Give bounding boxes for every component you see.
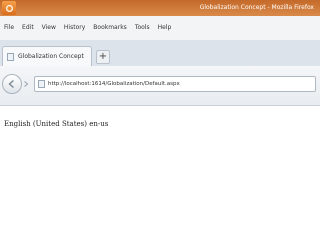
arrow-left-icon (8, 79, 14, 89)
tab-globalization-concept[interactable]: Globalization Concept (2, 46, 92, 66)
page-content: English (United States) en-us (0, 106, 320, 250)
culture-label: English (United States) en-us (4, 120, 109, 128)
menu-view[interactable]: View (42, 16, 56, 40)
url-text: http://localhost:1614/Globalization/Defa… (48, 81, 180, 87)
window-title: Globalization Concept - Mozilla Firefox (199, 4, 314, 11)
tab-strip: Globalization Concept + (0, 40, 320, 66)
menu-edit[interactable]: Edit (22, 16, 34, 40)
tab-label: Globalization Concept (18, 53, 84, 60)
menu-file[interactable]: File (4, 16, 14, 40)
menu-history[interactable]: History (64, 16, 85, 40)
menu-bookmarks[interactable]: Bookmarks (93, 16, 127, 40)
address-bar[interactable]: http://localhost:1614/Globalization/Defa… (34, 76, 316, 92)
new-tab-button[interactable]: + (96, 50, 110, 64)
forward-button[interactable] (20, 78, 32, 90)
menu-tools[interactable]: Tools (135, 16, 150, 40)
menu-help[interactable]: Help (158, 16, 172, 40)
site-icon (38, 80, 45, 88)
page-icon (7, 52, 14, 61)
menu-bar: File Edit View History Bookmarks Tools H… (0, 16, 320, 40)
back-button[interactable] (2, 74, 22, 94)
navigation-bar: http://localhost:1614/Globalization/Defa… (0, 66, 320, 106)
browser-window: Globalization Concept - Mozilla Firefox … (0, 0, 320, 250)
arrow-right-icon (24, 81, 29, 87)
title-bar: Globalization Concept - Mozilla Firefox (0, 0, 320, 16)
